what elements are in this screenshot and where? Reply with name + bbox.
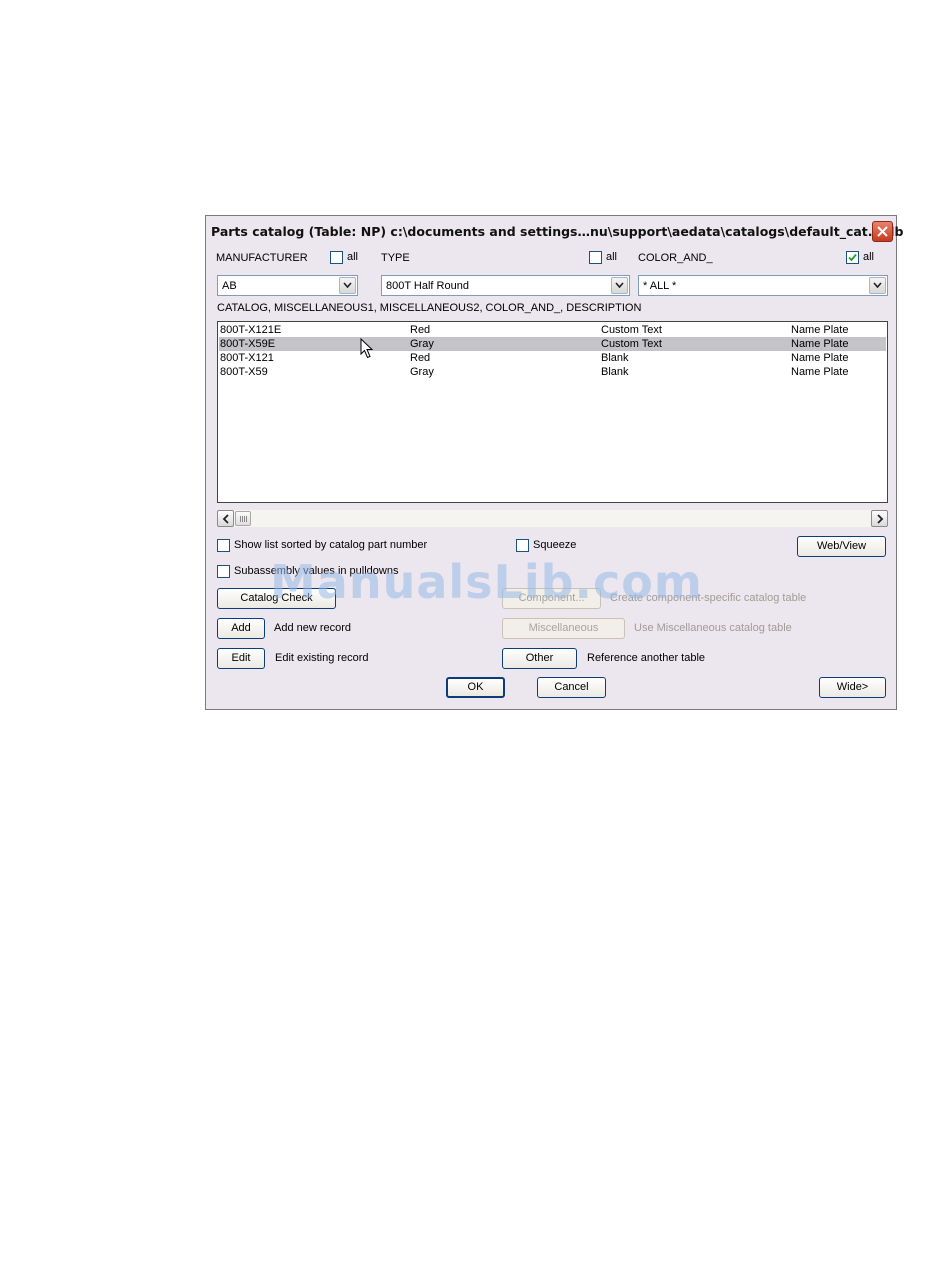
cell-description: Name Plate [791, 366, 849, 378]
cell-description: Name Plate [791, 324, 849, 336]
manufacturer-all-checkbox[interactable] [330, 251, 343, 264]
table-row[interactable]: 800T-X59 Gray Blank Name Plate [219, 365, 886, 379]
manufacturer-dropdown-button[interactable] [339, 277, 356, 294]
edit-button[interactable]: Edit [217, 648, 265, 669]
table-row-selected[interactable]: 800T-X59E Gray Custom Text Name Plate [219, 337, 886, 351]
list-columns-header: CATALOG, MISCELLANEOUS1, MISCELLANEOUS2,… [217, 302, 642, 314]
close-icon [877, 226, 888, 237]
catalog-check-button[interactable]: Catalog Check [217, 588, 336, 609]
other-button[interactable]: Other [502, 648, 577, 669]
squeeze-checkbox[interactable] [516, 539, 529, 552]
cell-misc1: Red [410, 352, 431, 364]
component-description: Create component-specific catalog table [610, 592, 807, 604]
cell-catalog: 800T-X59E [220, 338, 276, 350]
color-label: COLOR_AND_ [638, 252, 713, 264]
add-description: Add new record [274, 622, 352, 634]
type-value: 800T Half Round [386, 280, 469, 292]
cell-misc1: Gray [410, 338, 434, 350]
sort-by-part-label: Show list sorted by catalog part number [234, 539, 428, 551]
mouse-pointer-icon [360, 338, 374, 359]
checkmark-icon [848, 253, 857, 262]
sort-by-part-checkbox[interactable] [217, 539, 230, 552]
subassembly-label: Subassembly values in pulldowns [234, 565, 399, 577]
add-button[interactable]: Add [217, 618, 265, 639]
close-button[interactable] [872, 221, 893, 242]
type-all-checkbox[interactable] [589, 251, 602, 264]
ok-button[interactable]: OK [446, 677, 505, 698]
manufacturer-value: AB [222, 280, 237, 292]
wide-button[interactable]: Wide> [819, 677, 886, 698]
table-row[interactable]: 800T-X121E Red Custom Text Name Plate [219, 323, 886, 337]
cell-catalog: 800T-X59 [220, 366, 268, 378]
table-row[interactable]: 800T-X121 Red Blank Name Plate [219, 351, 886, 365]
cell-catalog: 800T-X121 [220, 352, 274, 364]
other-description: Reference another table [587, 652, 706, 664]
cell-misc2: Blank [601, 352, 629, 364]
component-button[interactable]: Component... [502, 588, 601, 609]
cell-misc1: Gray [410, 366, 434, 378]
chevron-down-icon [343, 282, 352, 289]
chevron-down-icon [615, 282, 624, 289]
color-value: * ALL * [643, 280, 677, 292]
catalog-list[interactable]: 800T-X121E Red Custom Text Name Plate 80… [217, 321, 888, 503]
cell-misc1: Red [410, 324, 431, 336]
subassembly-checkbox[interactable] [217, 565, 230, 578]
dialog-title: Parts catalog (Table: NP) c:\documents a… [211, 224, 904, 239]
edit-description: Edit existing record [275, 652, 369, 664]
cell-description: Name Plate [791, 338, 849, 350]
manufacturer-label: MANUFACTURER [216, 252, 308, 264]
cell-misc2: Custom Text [601, 338, 662, 350]
color-dropdown-button[interactable] [869, 277, 886, 294]
type-dropdown[interactable]: 800T Half Round [381, 275, 630, 296]
scrollbar-thumb[interactable] [235, 511, 251, 526]
chevron-down-icon [873, 282, 882, 289]
cell-catalog: 800T-X121E [220, 324, 282, 336]
squeeze-label: Squeeze [533, 539, 577, 551]
manufacturer-all-label: all [347, 251, 359, 263]
cell-misc2: Custom Text [601, 324, 662, 336]
miscellaneous-description: Use Miscellaneous catalog table [634, 622, 792, 634]
manufacturer-dropdown[interactable]: AB [217, 275, 358, 296]
type-label: TYPE [381, 252, 410, 264]
parts-catalog-dialog: Parts catalog (Table: NP) c:\documents a… [205, 215, 903, 710]
title-bar[interactable]: Parts catalog (Table: NP) c:\documents a… [206, 216, 903, 246]
type-dropdown-button[interactable] [611, 277, 628, 294]
cell-misc2: Blank [601, 366, 629, 378]
chevron-right-icon [877, 514, 884, 524]
scroll-right-button[interactable] [871, 510, 888, 527]
cell-description: Name Plate [791, 352, 849, 364]
chevron-left-icon [222, 514, 229, 524]
horizontal-scrollbar[interactable] [217, 510, 888, 527]
color-all-label: all [863, 251, 875, 263]
scroll-left-button[interactable] [217, 510, 234, 527]
web-view-button[interactable]: Web/View [797, 536, 886, 557]
miscellaneous-button[interactable]: Miscellaneous [502, 618, 625, 639]
type-all-label: all [606, 251, 618, 263]
color-dropdown[interactable]: * ALL * [638, 275, 888, 296]
color-all-checkbox[interactable] [846, 251, 859, 264]
cancel-button[interactable]: Cancel [537, 677, 606, 698]
